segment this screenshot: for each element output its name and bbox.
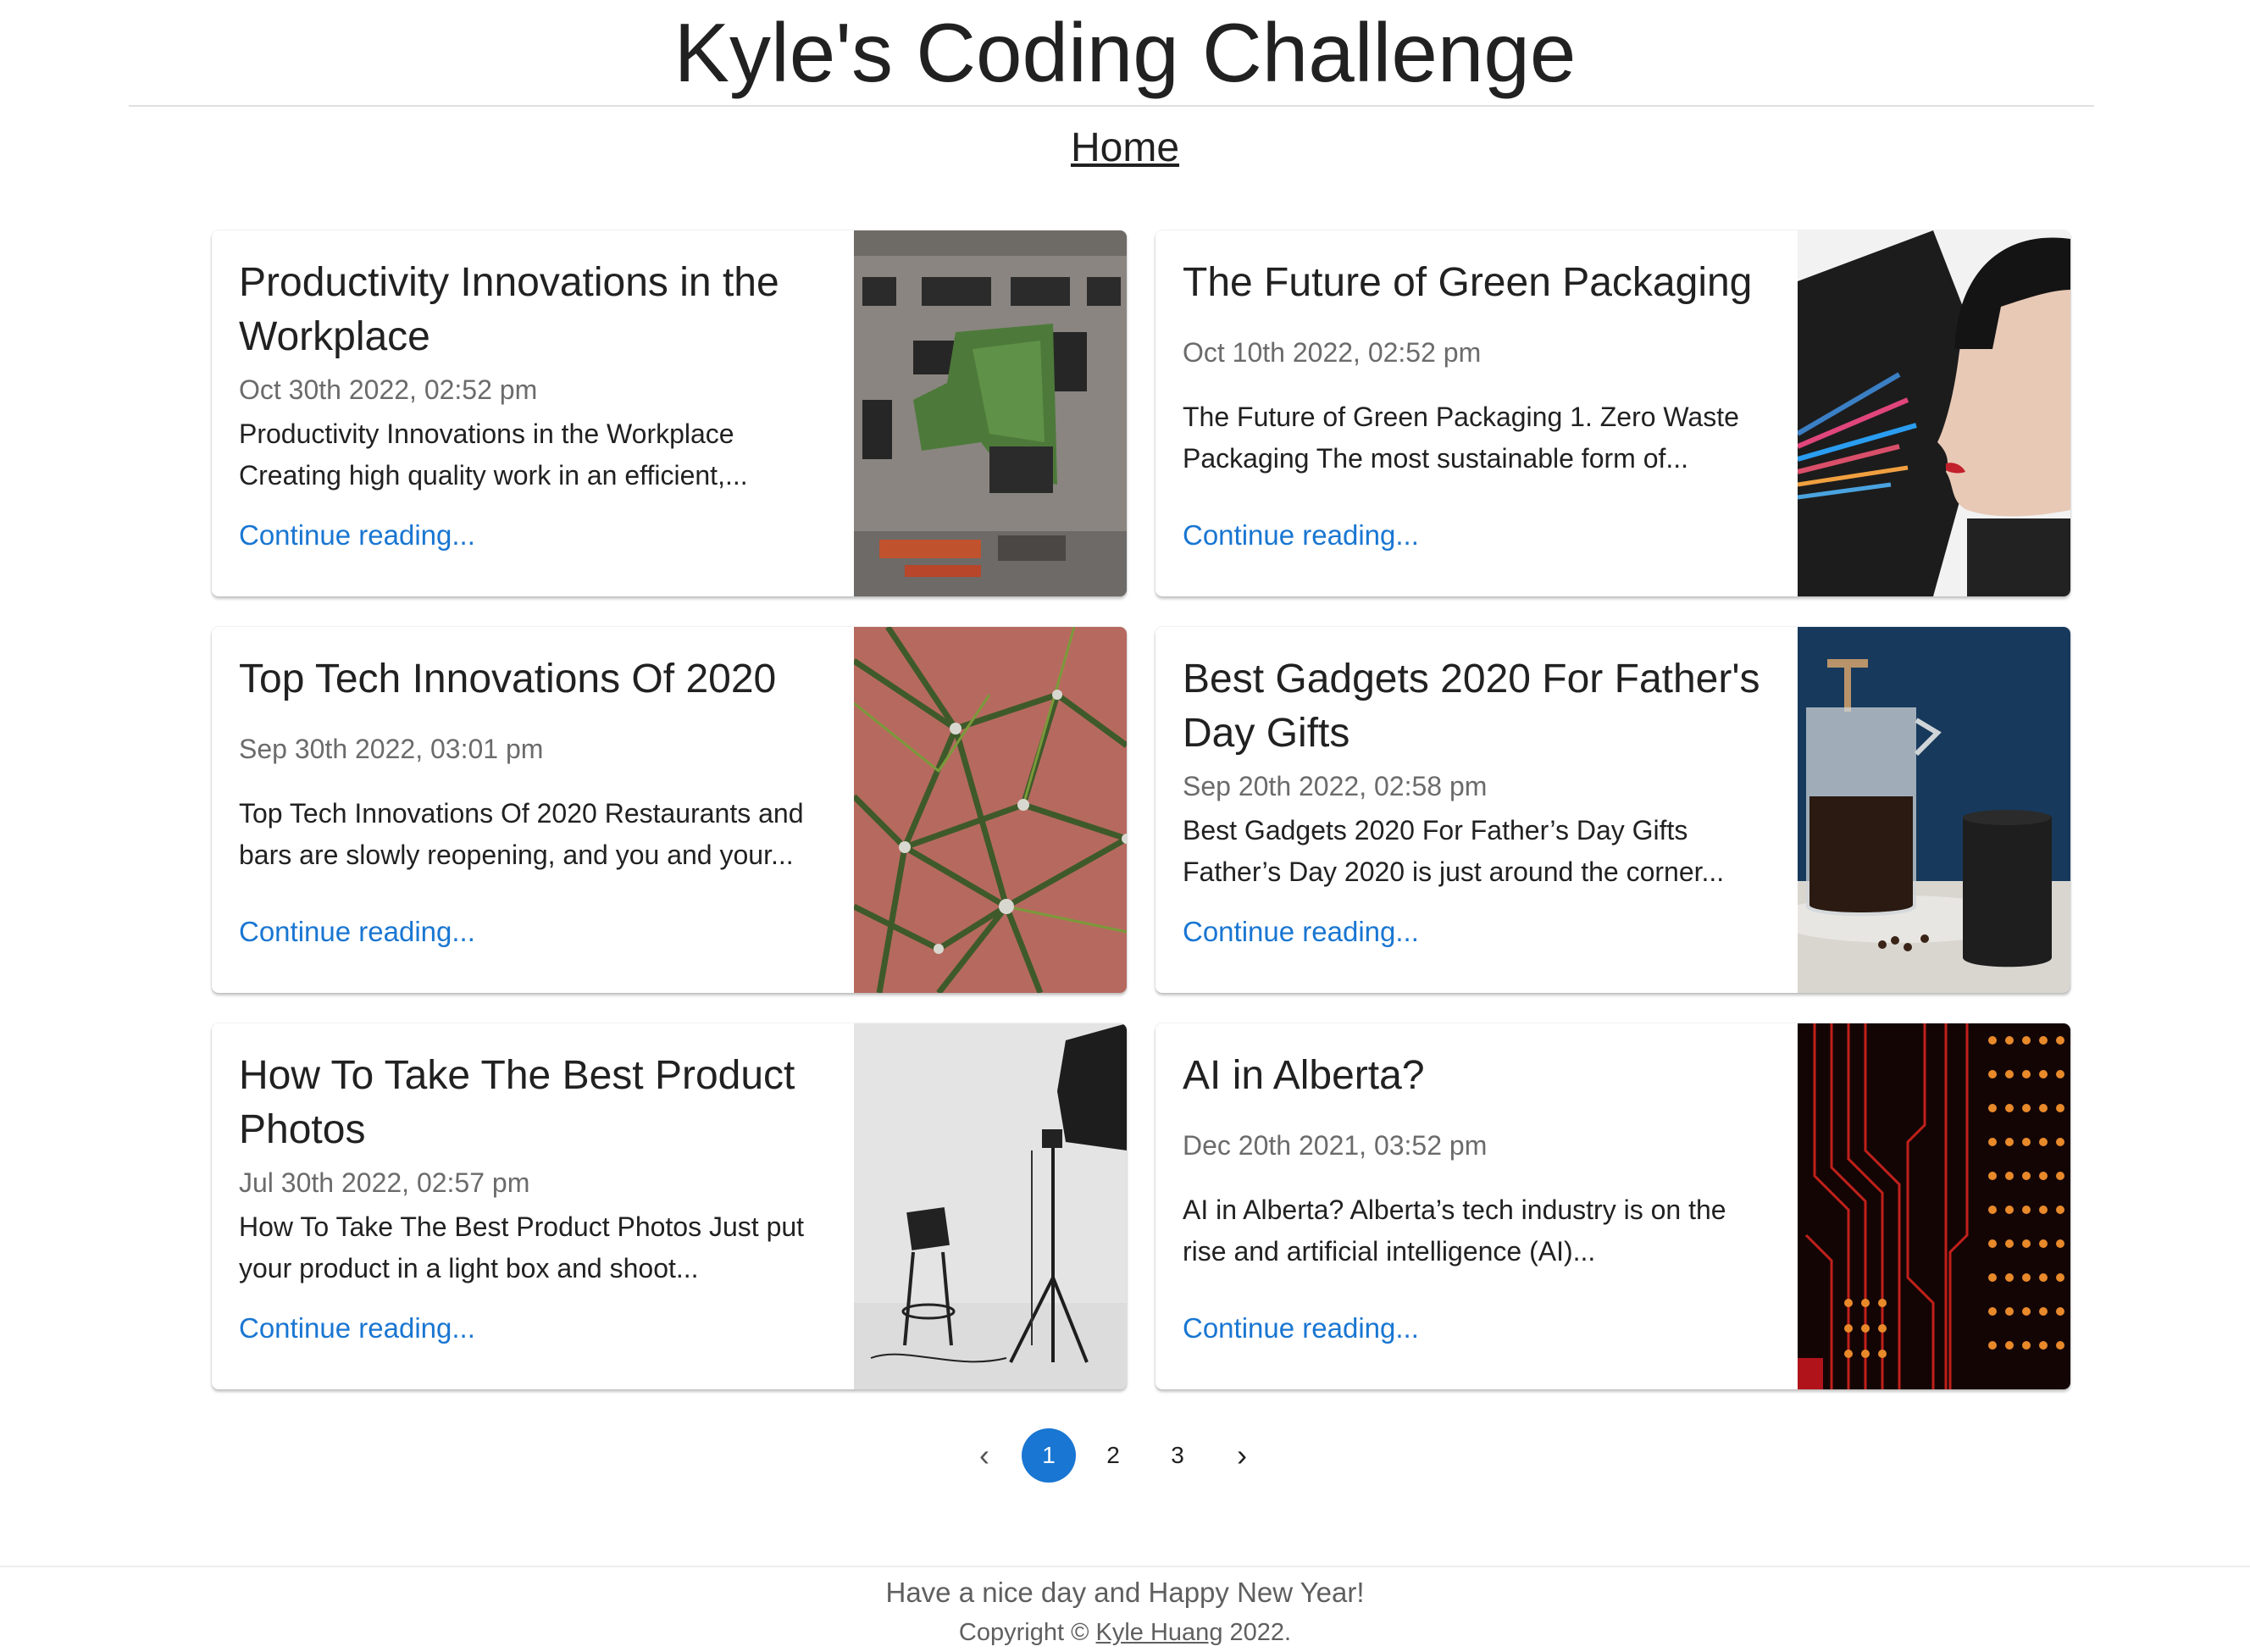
page-button-1[interactable]: 1 bbox=[1022, 1428, 1076, 1483]
post-date: Sep 20th 2022, 02:58 pm bbox=[1183, 771, 1488, 801]
post-date: Jul 30th 2022, 02:57 pm bbox=[239, 1167, 530, 1198]
post-title: How To Take The Best Product Photos bbox=[239, 1053, 795, 1152]
post-card[interactable]: AI in Alberta? Dec 20th 2021, 03:52 pm A… bbox=[1155, 1023, 2070, 1389]
post-excerpt: Productivity Innovations in the Workplac… bbox=[239, 419, 748, 491]
post-card[interactable]: Productivity Innovations in the Workplac… bbox=[212, 230, 1127, 596]
footer-divider bbox=[0, 1566, 2250, 1567]
continue-reading-link[interactable]: Continue reading... bbox=[1183, 1310, 1419, 1347]
post-card[interactable]: The Future of Green Packaging Oct 10th 2… bbox=[1155, 230, 2070, 596]
main-nav: Home bbox=[0, 119, 2250, 178]
post-excerpt: Top Tech Innovations Of 2020 Restaurants… bbox=[239, 798, 804, 870]
continue-reading-link[interactable]: Continue reading... bbox=[1183, 913, 1419, 951]
post-card-body: Best Gadgets 2020 For Father's Day Gifts… bbox=[1183, 627, 1776, 993]
post-card[interactable]: Best Gadgets 2020 For Father's Day Gifts… bbox=[1155, 627, 2070, 993]
post-title: The Future of Green Packaging bbox=[1183, 260, 1753, 305]
post-date: Oct 30th 2022, 02:52 pm bbox=[239, 374, 538, 405]
post-image-portrait bbox=[1798, 230, 2070, 596]
copyright-suffix: 2022. bbox=[1229, 1619, 1292, 1646]
post-date: Oct 10th 2022, 02:52 pm bbox=[1183, 337, 1482, 368]
continue-reading-link[interactable]: Continue reading... bbox=[239, 913, 475, 951]
page-button-3[interactable]: 3 bbox=[1150, 1428, 1205, 1483]
continue-reading-link[interactable]: Continue reading... bbox=[1183, 517, 1419, 554]
post-card-body: How To Take The Best Product Photos Jul … bbox=[239, 1023, 832, 1389]
post-image-building bbox=[854, 230, 1127, 596]
post-image-circuit-board bbox=[1798, 1023, 2070, 1389]
post-excerpt: How To Take The Best Product Photos Just… bbox=[239, 1211, 805, 1283]
site-title: Kyle's Coding Challenge bbox=[673, 6, 1577, 99]
post-card[interactable]: Top Tech Innovations Of 2020 Sep 30th 20… bbox=[212, 627, 1127, 993]
footer-copyright: Copyright © Kyle Huang 2022. bbox=[0, 1616, 2250, 1649]
footer-message: Have a nice day and Happy New Year! bbox=[885, 1577, 1365, 1608]
nav-home-link[interactable]: Home bbox=[1071, 125, 1179, 170]
post-excerpt: The Future of Green Packaging 1. Zero Wa… bbox=[1183, 402, 1739, 474]
post-card[interactable]: How To Take The Best Product Photos Jul … bbox=[212, 1023, 1127, 1389]
page: Kyle's Coding Challenge Home Productivit… bbox=[0, 0, 2250, 1652]
post-title: Best Gadgets 2020 For Father's Day Gifts bbox=[1183, 657, 1760, 756]
title-divider bbox=[129, 105, 2094, 107]
post-card-body: The Future of Green Packaging Oct 10th 2… bbox=[1183, 230, 1776, 596]
post-title: Top Tech Innovations Of 2020 bbox=[239, 657, 777, 701]
post-title: AI in Alberta? bbox=[1183, 1053, 1425, 1098]
post-image-studio bbox=[854, 1023, 1127, 1389]
chevron-right-icon[interactable]: › bbox=[1215, 1428, 1269, 1483]
author-link[interactable]: Kyle Huang bbox=[1096, 1619, 1223, 1646]
continue-reading-link[interactable]: Continue reading... bbox=[239, 1310, 475, 1347]
page-button-2[interactable]: 2 bbox=[1086, 1428, 1140, 1483]
chevron-left-icon[interactable]: ‹ bbox=[957, 1428, 1011, 1483]
post-date: Sep 30th 2022, 03:01 pm bbox=[239, 734, 544, 764]
post-date: Dec 20th 2021, 03:52 pm bbox=[1183, 1130, 1488, 1161]
post-image-network bbox=[854, 627, 1127, 993]
copyright-prefix: Copyright © bbox=[958, 1619, 1089, 1646]
continue-reading-link[interactable]: Continue reading... bbox=[239, 517, 475, 554]
post-title: Productivity Innovations in the Workplac… bbox=[239, 260, 779, 359]
post-card-body: Productivity Innovations in the Workplac… bbox=[239, 230, 832, 596]
post-card-body: AI in Alberta? Dec 20th 2021, 03:52 pm A… bbox=[1183, 1023, 1776, 1389]
post-card-body: Top Tech Innovations Of 2020 Sep 30th 20… bbox=[239, 627, 832, 993]
post-excerpt: Best Gadgets 2020 For Father’s Day Gifts… bbox=[1183, 815, 1725, 887]
post-excerpt: AI in Alberta? Alberta’s tech industry i… bbox=[1183, 1195, 1726, 1267]
post-image-coffee bbox=[1798, 627, 2070, 993]
